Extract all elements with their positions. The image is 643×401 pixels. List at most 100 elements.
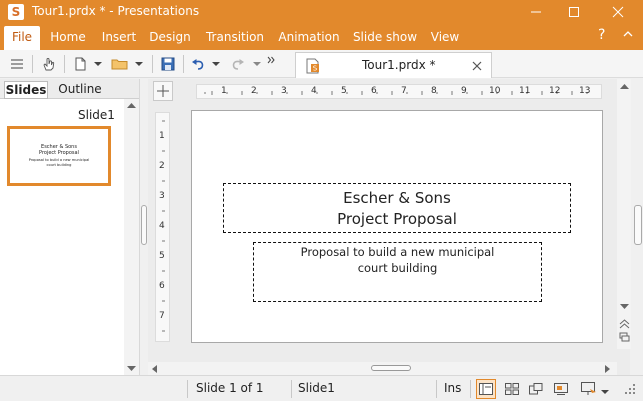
ruler-number: 4 (311, 86, 317, 96)
insert-mode-status[interactable]: Ins (444, 381, 461, 395)
horizontal-ruler-ticks (204, 91, 588, 95)
master-view-button[interactable] (551, 379, 571, 399)
ruler-number: 4 (159, 221, 165, 231)
caret-down-icon (212, 62, 220, 66)
thumbnail-subtitle-line: court building (46, 162, 72, 167)
tab-outline[interactable]: Outline (54, 81, 106, 99)
close-button[interactable] (597, 0, 639, 24)
toolbar-overflow-button[interactable] (267, 54, 275, 66)
slide-name-status: Slide1 (298, 381, 335, 395)
caret-down-icon (253, 62, 261, 66)
tab-insert[interactable]: Insert (98, 26, 140, 50)
ruler-number: 8 (431, 86, 437, 96)
ruler-number: 9 (461, 86, 467, 96)
ruler-number: 1 (159, 131, 165, 141)
caret-down-icon (94, 62, 102, 66)
ruler-corner-button[interactable] (153, 81, 173, 101)
slide-sorter-view-button[interactable] (502, 379, 522, 399)
slide-canvas[interactable]: Escher & Sons Project Proposal Proposal … (191, 110, 603, 343)
document-tab[interactable]: S Tour1.prdx * (295, 52, 492, 78)
scroll-up-icon (127, 103, 136, 108)
app-icon[interactable]: S (8, 4, 24, 20)
slide-thumbnail[interactable]: Escher & Sons Project Proposal Proposal … (7, 126, 111, 186)
hand-icon (43, 58, 55, 71)
scroll-right-icon (605, 365, 610, 373)
resize-grip-icon (625, 384, 635, 394)
open-button[interactable] (110, 54, 130, 74)
sidebar-menu-button[interactable] (7, 54, 27, 74)
svg-text:S: S (313, 65, 318, 73)
ruler-number: 5 (341, 86, 347, 96)
folder-icon (111, 59, 128, 70)
document-tab-close-button[interactable] (470, 59, 484, 73)
handout-view-icon (529, 383, 543, 395)
open-dropdown-button[interactable] (135, 58, 143, 70)
new-dropdown-button[interactable] (94, 58, 102, 70)
scroll-up-icon (620, 84, 629, 89)
redo-icon (232, 59, 244, 70)
thumbnail-title-line: Project Proposal (39, 150, 79, 156)
ruler-number: 3 (281, 86, 287, 96)
undo-button[interactable] (188, 54, 208, 74)
caret-down-icon (601, 390, 609, 394)
slideshow-view-button[interactable] (579, 379, 599, 399)
new-document-button[interactable] (70, 54, 90, 74)
redo-dropdown-button[interactable] (253, 58, 261, 70)
presentation-file-icon: S (306, 58, 319, 74)
subtitle-placeholder[interactable]: Proposal to build a new municipal court … (253, 242, 542, 302)
slide-sorter-icon (619, 332, 630, 342)
caret-down-icon (135, 62, 143, 66)
slide-subtitle-line: court building (357, 261, 438, 275)
horizontal-scrollbar[interactable] (148, 362, 617, 375)
previous-slide-icon (619, 319, 630, 329)
right-panel-splitter-handle[interactable] (634, 205, 642, 245)
tab-transition[interactable]: Transition (204, 26, 266, 50)
tab-slide-show[interactable]: Slide show (352, 26, 418, 50)
ruler-number: 1 (221, 86, 227, 96)
panel-splitter-handle[interactable] (141, 205, 147, 245)
toolbar-divider (64, 55, 65, 73)
view-dropdown-button[interactable] (601, 386, 609, 398)
status-divider (187, 380, 188, 398)
ribbon-collapse-button[interactable] (622, 28, 634, 44)
tab-animation[interactable]: Animation (276, 26, 342, 50)
document-tab-label: Tour1.prdx * (362, 58, 436, 72)
ruler-number: 3 (159, 191, 165, 201)
undo-dropdown-button[interactable] (212, 58, 220, 70)
save-button[interactable] (158, 54, 178, 74)
redo-button[interactable] (228, 54, 248, 74)
ruler-number: 10 (489, 86, 501, 96)
touch-mode-button[interactable] (38, 54, 58, 74)
horizontal-scroll-thumb[interactable] (371, 365, 411, 371)
minimize-button[interactable] (515, 0, 557, 24)
tab-home[interactable]: Home (46, 26, 90, 50)
tab-view[interactable]: View (426, 26, 464, 50)
slide-title-line: Project Proposal (337, 210, 457, 228)
ruler-number: 11 (519, 86, 531, 96)
resize-grip[interactable] (620, 379, 640, 399)
handout-view-button[interactable] (526, 379, 546, 399)
panel-scrollbar[interactable] (124, 99, 139, 375)
status-divider (436, 380, 437, 398)
slide-subtitle-line: Proposal to build a new municipal (300, 245, 495, 259)
ruler-number: 5 (159, 251, 165, 261)
toolbar-divider (183, 55, 184, 73)
vertical-ruler: 1 2 3 4 5 6 7 (155, 112, 170, 342)
help-button[interactable]: ? (598, 27, 605, 43)
slideshow-icon (581, 382, 596, 395)
close-icon (612, 6, 624, 18)
horizontal-ruler: 1 2 3 4 5 6 7 8 9 10 11 12 13 (196, 84, 602, 99)
tab-file[interactable]: File (4, 26, 40, 50)
crosshair-icon (157, 85, 169, 97)
maximize-button[interactable] (553, 0, 595, 24)
toolbar-divider (152, 55, 153, 73)
ruler-number: 6 (159, 281, 165, 291)
status-divider (291, 380, 292, 398)
tab-design[interactable]: Design (146, 26, 194, 50)
title-placeholder[interactable]: Escher & Sons Project Proposal (223, 183, 571, 233)
ruler-number: 12 (549, 86, 561, 96)
chevron-up-icon (623, 31, 633, 37)
normal-view-button[interactable] (476, 379, 496, 399)
vertical-scrollbar[interactable] (617, 79, 631, 349)
tab-slides[interactable]: Slides (4, 81, 48, 99)
